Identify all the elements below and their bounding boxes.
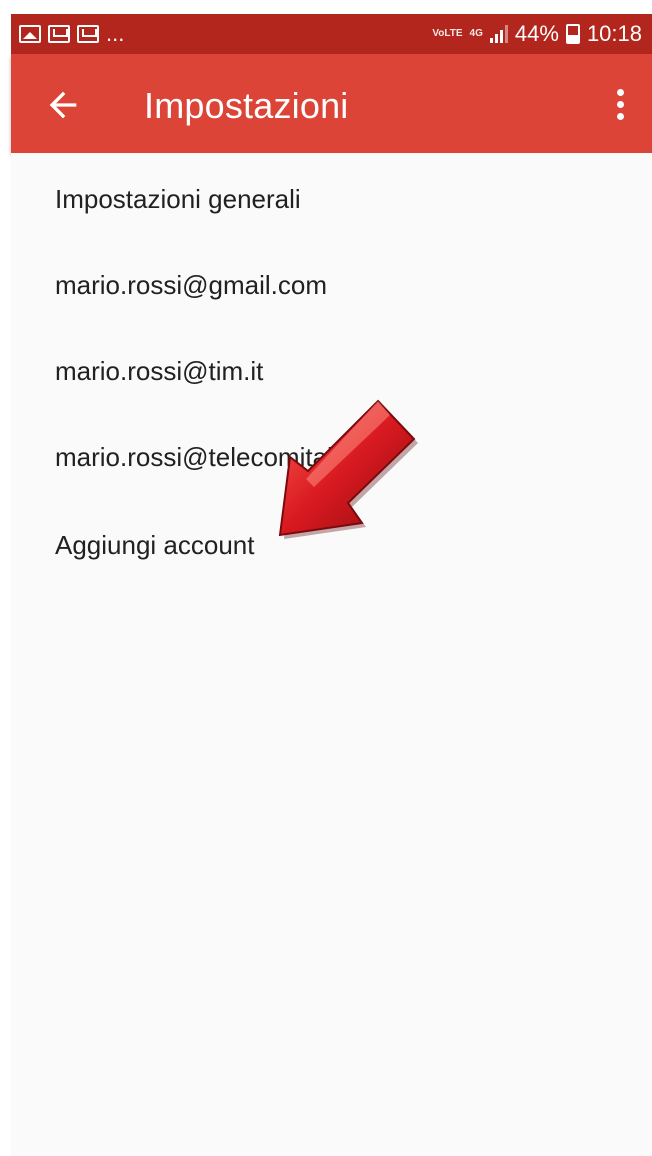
settings-item-add-account[interactable]: Aggiungi account xyxy=(11,502,652,588)
app-bar: Impostazioni xyxy=(11,54,652,153)
gmail-icon xyxy=(77,25,99,43)
clock: 10:18 xyxy=(586,21,642,46)
signal-icon xyxy=(489,25,508,43)
page-title: Impostazioni xyxy=(144,85,349,126)
gmail-icon xyxy=(48,25,70,43)
arrow-back-icon xyxy=(49,91,77,119)
more-notifications: ... xyxy=(106,21,125,46)
gallery-icon xyxy=(19,25,41,43)
settings-item-general[interactable]: Impostazioni generali xyxy=(11,156,652,242)
settings-item-label: Aggiungi account xyxy=(55,529,255,560)
settings-item-label: mario.rossi@telecomitalia.it xyxy=(55,441,374,472)
status-bar: ... VoLTE 4G 44% 10:18 xyxy=(11,14,652,54)
settings-item-account-tim[interactable]: mario.rossi@tim.it xyxy=(11,328,652,414)
volte-label: VoLTE xyxy=(432,28,463,39)
back-button[interactable] xyxy=(43,85,83,125)
more-vert-icon xyxy=(616,88,624,96)
settings-item-label: mario.rossi@tim.it xyxy=(55,355,264,386)
settings-item-account-gmail[interactable]: mario.rossi@gmail.com xyxy=(11,242,652,328)
settings-item-account-telecomitalia[interactable]: mario.rossi@telecomitalia.it xyxy=(11,414,652,500)
status-bar-system: VoLTE 4G 44% 10:18 xyxy=(432,21,642,47)
battery-icon xyxy=(565,24,580,44)
more-options-button[interactable] xyxy=(608,84,632,124)
settings-item-label: Impostazioni generali xyxy=(55,183,301,214)
settings-item-label: mario.rossi@gmail.com xyxy=(55,269,327,300)
screen: ... VoLTE 4G 44% 10:18 Impostazioni Impo… xyxy=(0,0,652,1156)
battery-percent: 44% xyxy=(514,21,559,46)
network-type-label: 4G xyxy=(469,28,483,39)
settings-list: Impostazioni generali mario.rossi@gmail.… xyxy=(11,153,652,1156)
status-bar-notifications: ... xyxy=(19,21,124,47)
